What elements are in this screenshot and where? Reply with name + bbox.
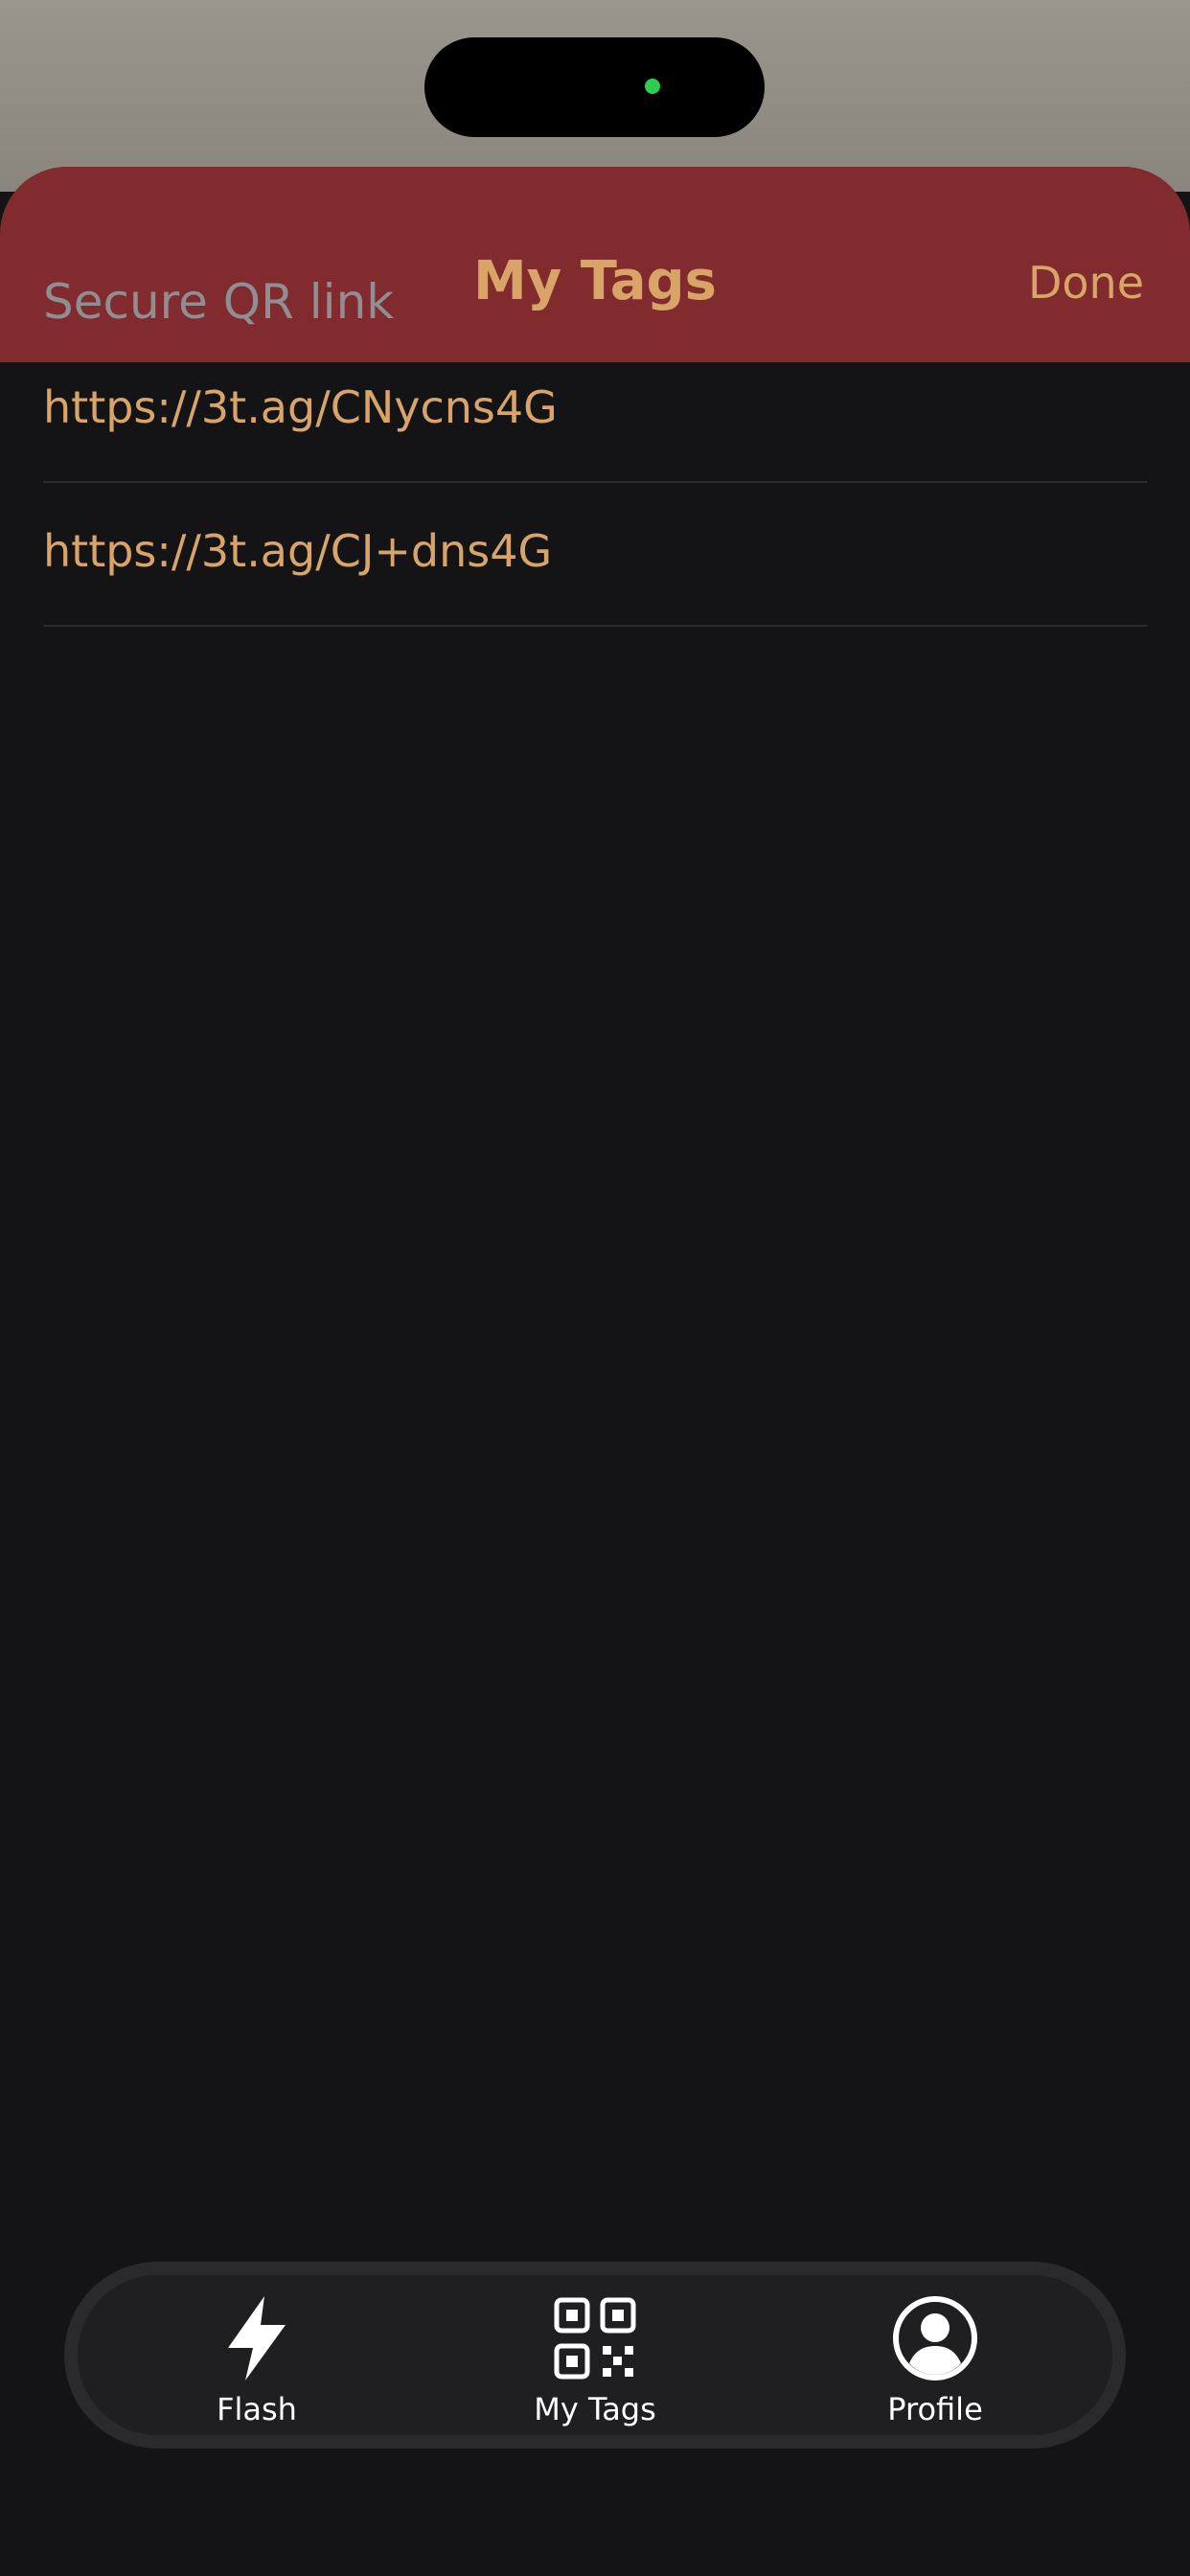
secure-link[interactable]: https://3t.ag/CNycns4G [43,385,558,429]
bolt-icon [228,2296,286,2380]
list-item[interactable]: https://3t.ag/CNycns4G [43,339,1147,483]
tab-my-tags[interactable]: My Tags [470,2275,720,2435]
qr-code-icon [554,2297,636,2380]
tab-label: My Tags [534,2391,656,2427]
tab-profile[interactable]: Profile [811,2275,1060,2435]
section-header: Secure QR link [43,274,395,330]
camera-indicator-dot [645,79,660,94]
tab-bar: Flash My Tags Profile [64,2262,1126,2449]
list-item[interactable]: https://3t.ag/CJ+dns4G [43,483,1147,627]
status-bar-area [0,0,1190,192]
secure-link-list: https://3t.ag/CNycns4G https://3t.ag/CJ+… [43,339,1147,627]
tab-flash[interactable]: Flash [132,2275,381,2435]
dynamic-island [424,37,765,137]
secure-link[interactable]: https://3t.ag/CJ+dns4G [43,529,552,573]
profile-icon [893,2296,977,2380]
done-button[interactable]: Done [1028,261,1144,305]
tab-label: Flash [217,2391,297,2427]
navigation-bar: My Tags Done [0,167,1190,362]
tab-label: Profile [887,2391,983,2427]
